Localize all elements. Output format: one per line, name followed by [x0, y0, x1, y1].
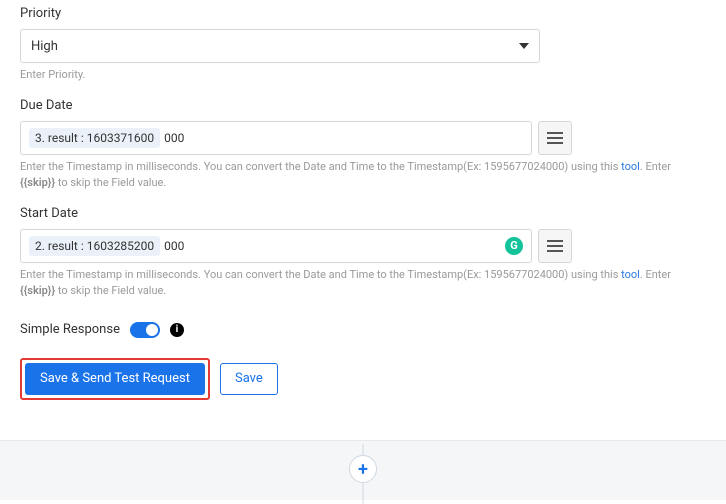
due-date-trail: 000 — [164, 131, 184, 145]
simple-response-label: Simple Response — [20, 322, 120, 337]
due-date-chip[interactable]: 3. result : 1603371600 — [29, 128, 160, 148]
priority-field: Priority High Enter Priority. — [20, 6, 706, 84]
due-date-hint: Enter the Timestamp in milliseconds. You… — [20, 159, 680, 192]
priority-select[interactable]: High — [20, 29, 540, 63]
hamburger-icon — [547, 132, 563, 144]
due-date-field: Due Date 3. result : 1603371600 000 Ente… — [20, 98, 706, 192]
start-date-input[interactable]: 2. result : 1603285200 000 G — [20, 229, 532, 263]
due-date-row: 3. result : 1603371600 000 — [20, 121, 572, 155]
chevron-down-icon — [519, 43, 529, 49]
save-button[interactable]: Save — [220, 363, 278, 395]
priority-value: High — [31, 39, 519, 54]
start-date-tool-link[interactable]: tool — [621, 268, 640, 281]
start-date-field: Start Date 2. result : 1603285200 000 G … — [20, 206, 706, 300]
simple-response-toggle[interactable] — [130, 322, 160, 338]
start-date-trail: 000 — [164, 239, 184, 253]
due-date-label: Due Date — [20, 98, 706, 113]
save-send-test-button[interactable]: Save & Send Test Request — [25, 363, 205, 395]
form-area: Priority High Enter Priority. Due Date 3… — [0, 0, 726, 420]
add-node-button[interactable]: + — [349, 455, 377, 483]
due-date-options-button[interactable] — [538, 121, 572, 155]
start-date-hint: Enter the Timestamp in milliseconds. You… — [20, 267, 680, 300]
due-date-tool-link[interactable]: tool — [621, 160, 640, 173]
start-date-row: 2. result : 1603285200 000 G — [20, 229, 572, 263]
start-date-chip[interactable]: 2. result : 1603285200 — [29, 236, 160, 256]
grammarly-icon[interactable]: G — [505, 237, 523, 255]
priority-label: Priority — [20, 6, 706, 21]
priority-hint: Enter Priority. — [20, 67, 680, 84]
primary-button-highlight: Save & Send Test Request — [20, 358, 210, 400]
action-buttons: Save & Send Test Request Save — [20, 358, 706, 400]
info-icon[interactable]: i — [170, 323, 184, 337]
start-date-label: Start Date — [20, 206, 706, 221]
start-date-options-button[interactable] — [538, 229, 572, 263]
toggle-knob — [146, 324, 158, 336]
due-date-input[interactable]: 3. result : 1603371600 000 — [20, 121, 532, 155]
hamburger-icon — [547, 240, 563, 252]
simple-response-row: Simple Response i — [20, 322, 706, 338]
